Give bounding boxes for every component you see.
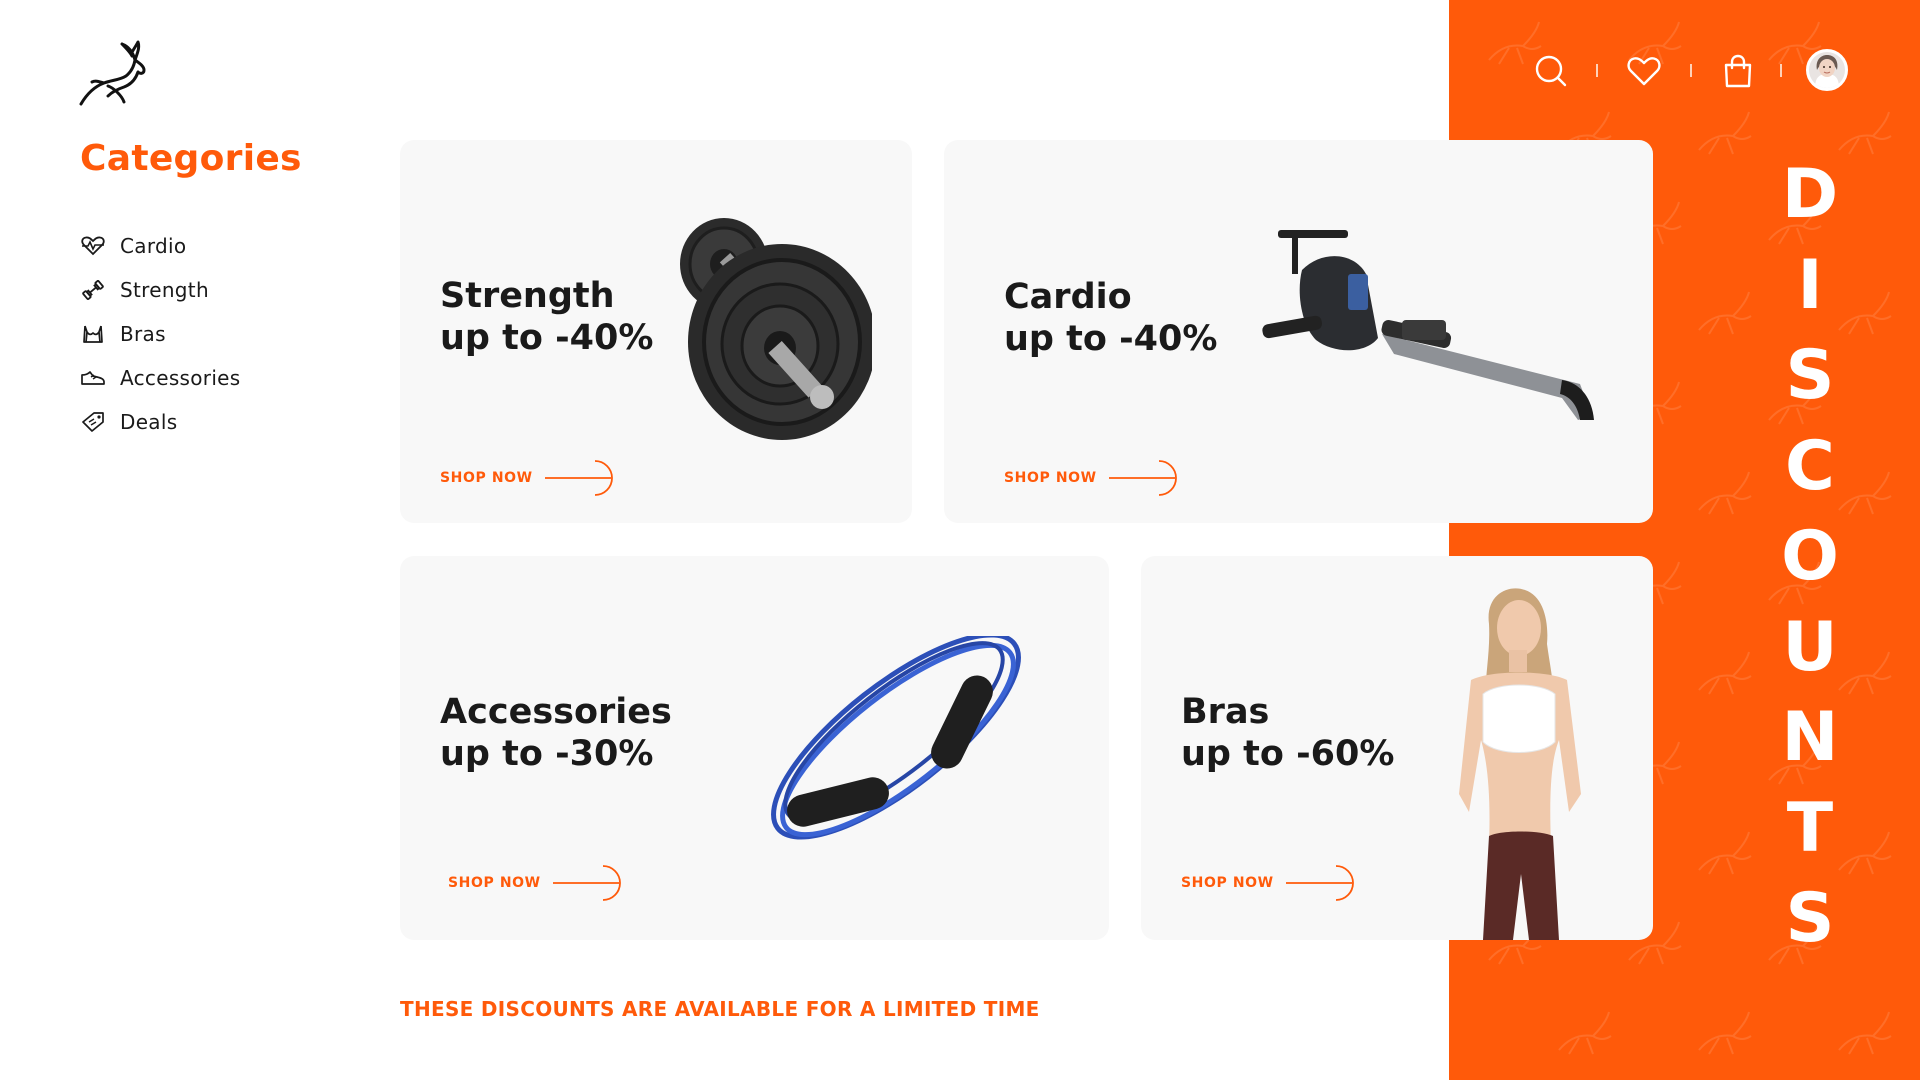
arrow-circle-icon	[544, 460, 613, 496]
heartbeat-icon	[80, 235, 106, 257]
card-title: Cardio up to -40%	[1004, 277, 1218, 359]
arrow-circle-icon	[1108, 460, 1177, 496]
header-divider	[1780, 64, 1782, 77]
rowing-machine-image	[1262, 230, 1594, 420]
sidebar-item-label: Cardio	[120, 234, 187, 258]
avatar-face-icon	[1809, 52, 1845, 88]
card-title: Bras up to -60%	[1181, 692, 1395, 774]
card-cardio[interactable]: Cardio up to -40% SHOP NOW	[944, 140, 1653, 523]
sidebar-item-accessories[interactable]: Accessories	[80, 356, 241, 400]
sidebar-item-label: Accessories	[120, 366, 241, 390]
sidebar-item-label: Strength	[120, 278, 209, 302]
wishlist-button[interactable]	[1624, 50, 1664, 92]
sidebar-item-deals[interactable]: Deals	[80, 400, 241, 444]
sidebar-item-bras[interactable]: Bras	[80, 312, 241, 356]
card-title: Strength up to -40%	[440, 276, 654, 358]
categories-list: Cardio Strength Bras Accessories Deals	[80, 224, 241, 444]
sidebar-item-cardio[interactable]: Cardio	[80, 224, 241, 268]
categories-heading: Categories	[80, 138, 302, 179]
header-divider	[1596, 64, 1598, 77]
gazelle-logo-icon[interactable]	[78, 36, 146, 106]
header-divider	[1690, 64, 1692, 77]
dumbbell-icon	[80, 279, 106, 301]
shop-now-link[interactable]: SHOP NOW	[440, 458, 627, 498]
search-button[interactable]	[1531, 50, 1571, 92]
cart-button[interactable]	[1718, 50, 1758, 92]
discounts-vertical-title: D I S C O U N T S	[1781, 155, 1839, 958]
shop-now-link[interactable]: SHOP NOW	[1004, 458, 1191, 498]
shop-now-link[interactable]: SHOP NOW	[448, 863, 635, 903]
shopping-bag-icon	[1724, 54, 1752, 88]
user-avatar[interactable]	[1806, 49, 1848, 91]
sidebar-item-strength[interactable]: Strength	[80, 268, 241, 312]
arrow-circle-icon	[552, 865, 621, 901]
card-accessories[interactable]: Accessories up to -30% SHOP NOW	[400, 556, 1109, 940]
woman-sports-bra-image	[1459, 588, 1581, 940]
card-strength[interactable]: Strength up to -40% SHOP NOW	[400, 140, 912, 523]
card-bras[interactable]: Bras up to -60% SHOP NOW	[1141, 556, 1653, 940]
card-title: Accessories up to -30%	[440, 692, 672, 774]
tag-icon	[80, 411, 106, 433]
sports-bra-icon	[80, 323, 106, 345]
shop-now-link[interactable]: SHOP NOW	[1181, 863, 1368, 903]
jump-rope-image	[771, 636, 1021, 840]
search-icon	[1535, 55, 1567, 87]
arrow-circle-icon	[1285, 865, 1354, 901]
barbell-weight-plates-image	[680, 218, 872, 440]
sneaker-icon	[80, 367, 106, 389]
limited-time-note: THESE DISCOUNTS ARE AVAILABLE FOR A LIMI…	[400, 997, 1040, 1021]
sidebar-item-label: Deals	[120, 410, 178, 434]
heart-icon	[1627, 57, 1661, 86]
sidebar-item-label: Bras	[120, 322, 166, 346]
